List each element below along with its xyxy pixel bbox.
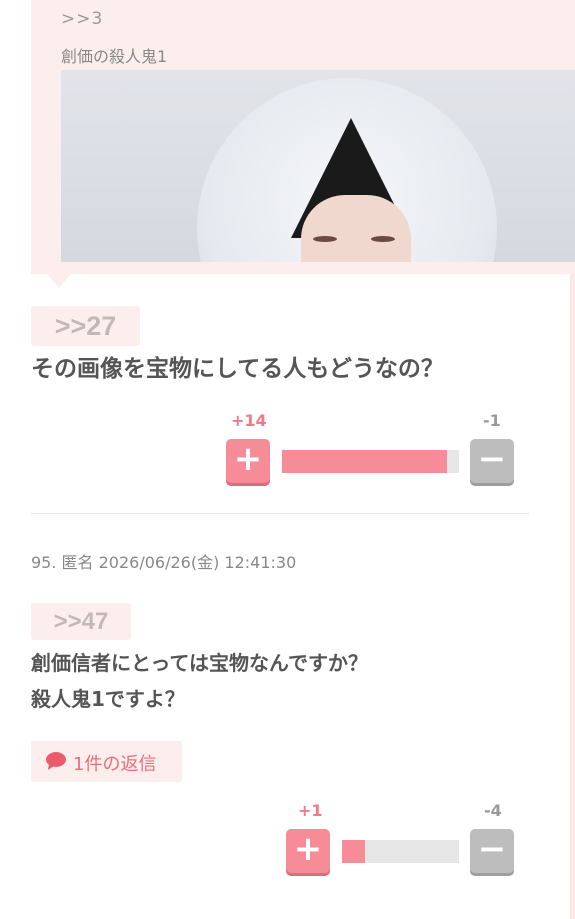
vote-ratio-bar	[342, 840, 459, 863]
vote-ratio-bar	[282, 450, 459, 473]
minus-vote-button[interactable]: −	[470, 439, 514, 483]
reply-button[interactable]: 1件の返信	[31, 741, 182, 782]
minus-count: -4	[484, 801, 502, 820]
reply-label: 1件の返信	[73, 754, 157, 775]
plus-vote-button[interactable]: +	[286, 829, 330, 873]
vote-ratio-fill	[342, 840, 366, 863]
minus-count: -1	[483, 411, 501, 430]
post-meta: 95. 匿名 2026/06/26(金) 12:41:30	[31, 553, 297, 572]
anchor-badge[interactable]: >>47	[31, 603, 131, 640]
vote-ratio-fill	[282, 450, 447, 473]
post-divider	[31, 513, 529, 514]
quoted-image[interactable]	[61, 70, 575, 262]
minus-vote-button[interactable]: −	[470, 829, 514, 873]
quote-text: 創価の殺人鬼1	[61, 47, 168, 66]
quote-tail	[47, 274, 71, 288]
plus-vote-button[interactable]: +	[226, 439, 270, 483]
post-body: その画像を宝物にしてる人もどうなの？	[31, 356, 444, 382]
post-body-line-2: 殺人鬼1ですよ？	[31, 687, 185, 711]
speech-bubble-icon	[45, 751, 67, 775]
quote-anchor-link[interactable]: >>3	[61, 9, 103, 29]
anchor-badge[interactable]: >>27	[31, 306, 140, 346]
plus-count: +1	[298, 801, 323, 820]
post-body-line-1: 創価信者にとっては宝物なんですか？	[31, 651, 368, 675]
plus-count: +14	[231, 411, 267, 430]
